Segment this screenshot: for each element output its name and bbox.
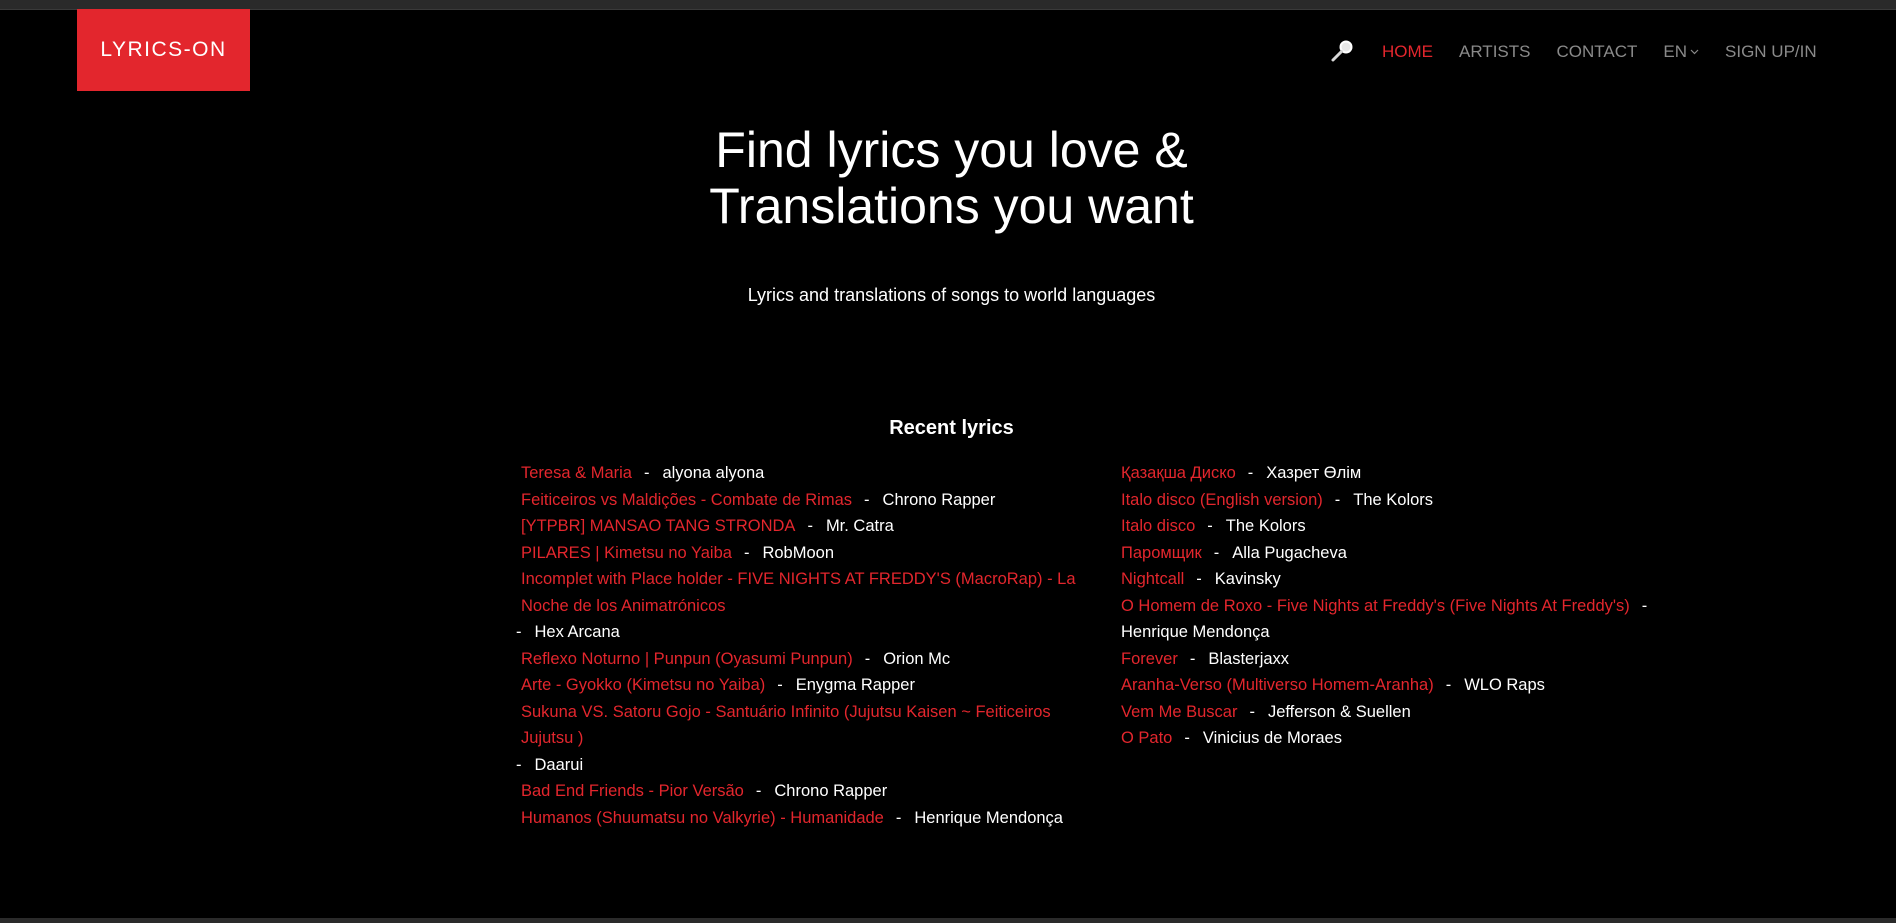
separator: - [777,676,783,694]
lyric-entry: Паромщик - Alla Pugacheva [1121,540,1681,567]
separator: - [516,755,522,774]
lyric-entry: Bad End Friends - Pior Versão - Chrono Rap… [521,778,1091,805]
separator: - [743,543,750,562]
separator: - [643,464,650,482]
song-link[interactable]: Italo disco [1121,517,1195,535]
separator: - [864,490,870,509]
artist-link[interactable]: Chrono Rapper [883,491,996,509]
recent-lyrics-right-column: Қазақша Диско - Хазрет Өлім Italo disco (E… [1121,460,1681,752]
main-nav: HOME ARTISTS CONTACT EN SIGN UP/IN [1330,40,1817,64]
hero-title: Find lyrics you love & Translations you … [0,122,1896,234]
separator: - [895,808,902,827]
window-bottom-strip [0,918,1896,923]
song-link[interactable]: PILARES | Kimetsu no Yaiba [521,544,732,562]
song-link[interactable]: [YTPBR] MANSAO TANG STRONDA [521,517,795,535]
hero-title-line-2: Translations you want [709,178,1194,234]
artist-link[interactable]: The Kolors [1353,491,1433,509]
artist-link[interactable]: Chrono Rapper [774,782,887,800]
chevron-down-icon [1690,49,1699,55]
separator: - [1334,490,1341,509]
site-logo[interactable]: LYRICS-ON [77,9,250,91]
song-link[interactable]: Reflexo Noturno | Punpun (Oyasumi Punpun… [521,650,853,668]
lyric-entry: O Homem de Roxo - Five Nights at Freddy'… [1121,593,1681,646]
artist-link[interactable]: Henrique Mendonça [914,809,1063,827]
separator: - [1207,517,1213,535]
separator: - [807,517,813,535]
nav-signup-link[interactable]: SIGN UP/IN [1725,42,1817,62]
recent-lyrics-left-column: Teresa & Maria - alyona alyona Feiticeiros… [516,460,1091,832]
recent-lyrics-heading: Recent lyrics [889,417,1014,439]
song-link[interactable]: O Pato [1121,729,1172,747]
artist-link[interactable]: alyona alyona [662,464,764,482]
artist-link[interactable]: Kavinsky [1215,570,1281,588]
lyric-entry: Arte - Gyokko (Kimetsu no Yaiba) - Enygma … [521,672,1091,699]
separator: - [1641,596,1648,615]
song-link[interactable]: Forever [1121,650,1178,668]
separator: - [1213,543,1220,562]
separator: - [1247,464,1254,482]
separator: - [1196,570,1202,588]
lyric-entry: Nightcall - Kavinsky [1121,566,1681,593]
separator: - [1189,649,1196,668]
song-link[interactable]: Қазақша Диско [1121,464,1236,482]
lyric-entry: O Pato - Vinicius de Moraes [1121,725,1681,752]
artist-link[interactable]: Blasterjaxx [1208,650,1289,668]
lyric-entry: Aranha-Verso (Multiverso Homem-Aranha) - W… [1121,672,1681,699]
artist-link[interactable]: The Kolors [1226,517,1306,535]
language-label: EN [1663,42,1688,61]
nav-contact-link[interactable]: CONTACT [1556,42,1637,62]
magnifier-icon[interactable] [1330,38,1356,64]
separator: - [1184,729,1190,747]
lyric-entry: [YTPBR] MANSAO TANG STRONDA - Mr. Catra [521,513,1091,540]
song-link[interactable]: Incomplet with Place holder - FIVE NIGHT… [521,570,1076,615]
nav-artists-link[interactable]: ARTISTS [1459,42,1530,62]
song-link[interactable]: Aranha-Verso (Multiverso Homem-Aranha) [1121,676,1434,694]
artist-link[interactable]: Daarui [535,756,584,774]
separator: - [1249,702,1255,721]
song-link[interactable]: Arte - Gyokko (Kimetsu no Yaiba) [521,676,765,694]
song-link[interactable]: Italo disco (English version) [1121,491,1323,509]
lyric-entry: Қазақша Диско - Хазрет Өлім [1121,460,1681,487]
artist-link[interactable]: Hex Arcana [535,623,620,641]
separator: - [1445,676,1452,694]
song-link[interactable]: Vem Me Buscar [1121,703,1237,721]
separator: - [864,649,871,668]
song-link[interactable]: Humanos (Shuumatsu no Valkyrie) - Humani… [521,809,884,827]
song-link[interactable]: Feiticeiros vs Maldições - Combate de Ri… [521,491,852,509]
lyric-entry: Reflexo Noturno | Punpun (Oyasumi Punpun… [521,646,1091,673]
separator: - [516,623,522,641]
song-link[interactable]: Nightcall [1121,570,1184,588]
hero-subtitle: Lyrics and translations of songs to worl… [747,285,1156,305]
lyric-entry: Italo disco (English version) - The Kolors [1121,487,1681,514]
artist-link[interactable]: Mr. Catra [826,517,894,535]
lyric-entry: Vem Me Buscar - Jefferson & Suellen [1121,699,1681,726]
song-link[interactable]: Teresa & Maria [521,464,632,482]
artist-link[interactable]: Alla Pugacheva [1232,544,1347,562]
song-link[interactable]: Sukuna VS. Satoru Gojo - Santuário Infin… [521,703,1051,748]
song-link[interactable]: Паромщик [1121,544,1202,562]
lyric-entry: Humanos (Shuumatsu no Valkyrie) - Humani… [521,805,1091,832]
lyric-entry: Incomplet with Place holder - FIVE NIGHT… [516,566,1091,646]
artist-link[interactable]: Enygma Rapper [796,676,915,694]
artist-link[interactable]: Jefferson & Suellen [1268,703,1411,721]
artist-link[interactable]: Orion Mc [883,650,950,668]
artist-link[interactable]: RobMoon [762,544,834,562]
song-link[interactable]: O Homem de Roxo - Five Nights at Freddy'… [1121,597,1630,615]
nav-home-link[interactable]: HOME [1382,42,1433,62]
song-link[interactable]: Bad End Friends - Pior Versão [521,782,744,800]
artist-link[interactable]: Vinicius de Moraes [1203,729,1342,747]
lyric-entry: Teresa & Maria - alyona alyona [521,460,1091,487]
window-top-strip [0,0,1896,10]
artist-link[interactable]: Henrique Mendonça [1121,623,1270,641]
language-selector[interactable]: EN [1663,42,1699,62]
lyric-entry: Forever - Blasterjaxx [1121,646,1681,673]
lyric-entry: Sukuna VS. Satoru Gojo - Santuário Infin… [516,699,1091,779]
separator: - [755,782,762,800]
lyric-entry: Feiticeiros vs Maldições - Combate de Ri… [521,487,1091,514]
lyric-entry: PILARES | Kimetsu no Yaiba - RobMoon [521,540,1091,567]
hero-title-line-1: Find lyrics you love & [715,122,1188,178]
artist-link[interactable]: WLO Raps [1464,676,1545,694]
lyric-entry: Italo disco - The Kolors [1121,513,1681,540]
artist-link[interactable]: Хазрет Өлім [1266,464,1361,482]
